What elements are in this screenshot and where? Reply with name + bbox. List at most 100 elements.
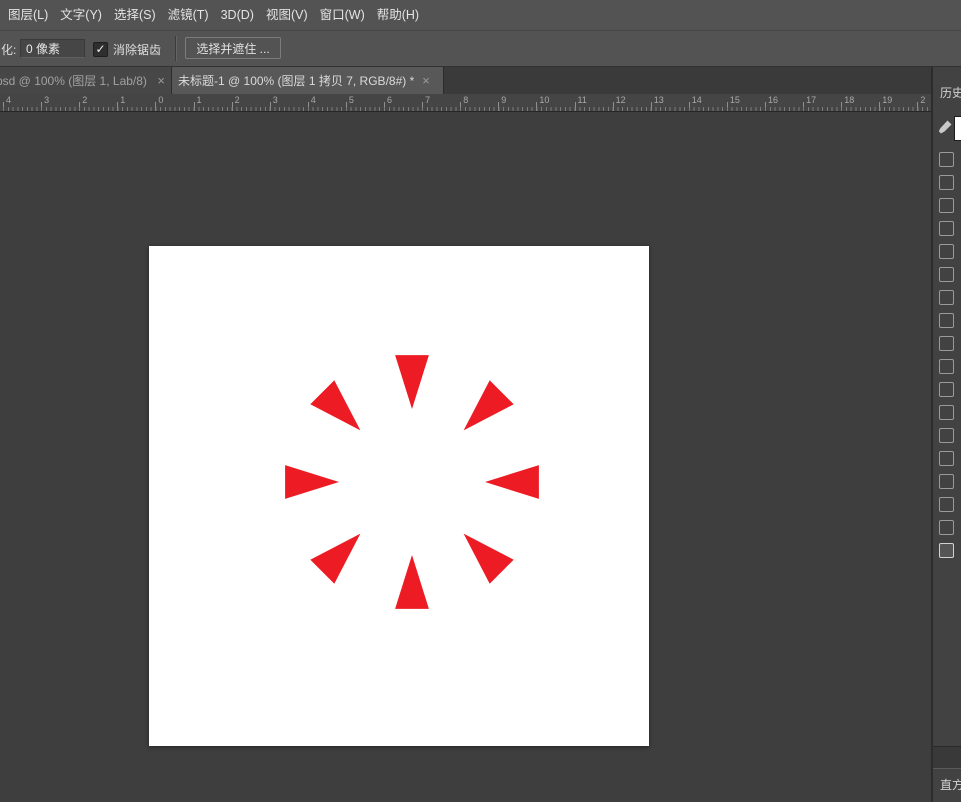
antialias-label: 消除锯齿 xyxy=(113,41,161,58)
history-panel-header[interactable]: 历史 xyxy=(933,67,961,101)
tab-title: psd @ 100% (图层 1, Lab/8) * xyxy=(0,72,149,89)
ruler-major-tick xyxy=(422,102,423,111)
menu-item-select[interactable]: 选择(S) xyxy=(108,0,162,30)
ruler-major-tick xyxy=(765,102,766,111)
ruler-major-tick xyxy=(498,102,499,111)
document-canvas[interactable] xyxy=(149,246,649,746)
menu-item-window[interactable]: 窗口(W) xyxy=(314,0,371,30)
ruler-label: 7 xyxy=(425,95,430,105)
histogram-panel-title: 直方 xyxy=(940,778,961,792)
history-state-row[interactable] xyxy=(933,424,961,447)
select-and-mask-button[interactable]: 选择并遮住 ... xyxy=(185,37,281,59)
history-state-icon xyxy=(939,221,954,236)
history-state-row[interactable] xyxy=(933,355,961,378)
history-state-icon xyxy=(939,451,954,466)
right-panel: 历史 直方 xyxy=(931,67,961,802)
history-state-row[interactable] xyxy=(933,401,961,424)
check-icon: ✓ xyxy=(95,42,105,56)
ruler-major-tick xyxy=(117,102,118,111)
ruler-label: 1 xyxy=(120,95,125,105)
history-state-row[interactable] xyxy=(933,286,961,309)
ruler-label: 0 xyxy=(158,95,163,105)
history-snapshot-row[interactable] xyxy=(933,116,961,142)
panel-divider xyxy=(933,747,961,769)
red-wedge xyxy=(395,555,429,609)
horizontal-ruler[interactable]: 43210123456789101112131415161718192 xyxy=(0,94,932,112)
history-state-row[interactable] xyxy=(933,332,961,355)
ruler-label: 5 xyxy=(349,95,354,105)
history-state-icon xyxy=(939,543,954,558)
history-state-icon xyxy=(939,405,954,420)
history-state-row[interactable] xyxy=(933,378,961,401)
ruler-major-tick xyxy=(803,102,804,111)
history-brush-icon xyxy=(937,119,953,135)
history-state-icon xyxy=(939,152,954,167)
histogram-panel: 直方 xyxy=(933,746,961,802)
ruler-major-tick xyxy=(346,102,347,111)
red-wedge xyxy=(285,465,339,499)
history-state-current[interactable] xyxy=(933,539,961,562)
document-tab-2[interactable]: 未标题-1 @ 100% (图层 1 拷贝 7, RGB/8#) * × xyxy=(172,67,444,94)
ruler-label: 2 xyxy=(920,95,925,105)
history-state-row[interactable] xyxy=(933,171,961,194)
canvas-artwork xyxy=(149,246,649,746)
menu-item-view[interactable]: 视图(V) xyxy=(260,0,314,30)
ruler-label: 15 xyxy=(730,95,740,105)
histogram-panel-header[interactable]: 直方 xyxy=(933,769,961,793)
ruler-major-tick xyxy=(613,102,614,111)
close-icon[interactable]: × xyxy=(422,73,430,88)
ruler-major-tick xyxy=(308,102,309,111)
ruler-label: 1 xyxy=(197,95,202,105)
history-state-row[interactable] xyxy=(933,148,961,171)
history-state-icon xyxy=(939,359,954,374)
ruler-major-tick xyxy=(3,102,4,111)
ruler-major-tick xyxy=(651,102,652,111)
history-state-row[interactable] xyxy=(933,470,961,493)
menu-item-filter[interactable]: 滤镜(T) xyxy=(162,0,215,30)
red-wedge xyxy=(395,355,429,409)
canvas-pasteboard[interactable] xyxy=(0,112,932,802)
snapshot-thumbnail xyxy=(954,116,961,141)
ruler-major-tick xyxy=(384,102,385,111)
history-state-icon xyxy=(939,520,954,535)
ruler-major-tick xyxy=(232,102,233,111)
ruler-label: 3 xyxy=(44,95,49,105)
antialias-checkbox[interactable]: ✓ xyxy=(93,42,108,57)
menu-item-help[interactable]: 帮助(H) xyxy=(371,0,425,30)
feather-input[interactable] xyxy=(20,39,85,58)
ruler-label: 17 xyxy=(806,95,816,105)
red-wedge xyxy=(310,534,360,584)
tab-title: 未标题-1 @ 100% (图层 1 拷贝 7, RGB/8#) * xyxy=(178,72,414,89)
history-state-row[interactable] xyxy=(933,217,961,240)
close-icon[interactable]: × xyxy=(157,73,165,88)
ruler-major-tick xyxy=(79,102,80,111)
history-state-icon xyxy=(939,290,954,305)
ruler-label: 13 xyxy=(654,95,664,105)
history-state-icon xyxy=(939,198,954,213)
red-wedge xyxy=(464,380,514,430)
ruler-label: 6 xyxy=(387,95,392,105)
document-tabs: psd @ 100% (图层 1, Lab/8) *×未标题-1 @ 100% … xyxy=(0,67,932,94)
ruler-major-tick xyxy=(841,102,842,111)
history-state-row[interactable] xyxy=(933,194,961,217)
history-state-row[interactable] xyxy=(933,240,961,263)
ruler-major-tick xyxy=(575,102,576,111)
history-state-row[interactable] xyxy=(933,516,961,539)
ruler-label: 16 xyxy=(768,95,778,105)
menu-item-3d[interactable]: 3D(D) xyxy=(215,0,260,30)
ruler-label: 2 xyxy=(82,95,87,105)
history-state-row[interactable] xyxy=(933,309,961,332)
ruler-major-tick xyxy=(270,102,271,111)
document-tab-1[interactable]: psd @ 100% (图层 1, Lab/8) * × xyxy=(0,67,172,94)
history-state-row[interactable] xyxy=(933,493,961,516)
ruler-major-tick xyxy=(536,102,537,111)
menu-item-layer[interactable]: 图层(L) xyxy=(2,0,54,30)
history-state-row[interactable] xyxy=(933,447,961,470)
ruler-labels: 43210123456789101112131415161718192 xyxy=(0,94,932,111)
menu-bar-items: 图层(L)文字(Y)选择(S)滤镜(T)3D(D)视图(V)窗口(W)帮助(H) xyxy=(0,0,961,30)
ruler-major-tick xyxy=(460,102,461,111)
document-tab-bar: psd @ 100% (图层 1, Lab/8) *×未标题-1 @ 100% … xyxy=(0,67,932,94)
menu-item-type[interactable]: 文字(Y) xyxy=(54,0,108,30)
history-state-row[interactable] xyxy=(933,263,961,286)
options-bar: 化: ✓ 消除锯齿 选择并遮住 ... xyxy=(0,31,961,67)
